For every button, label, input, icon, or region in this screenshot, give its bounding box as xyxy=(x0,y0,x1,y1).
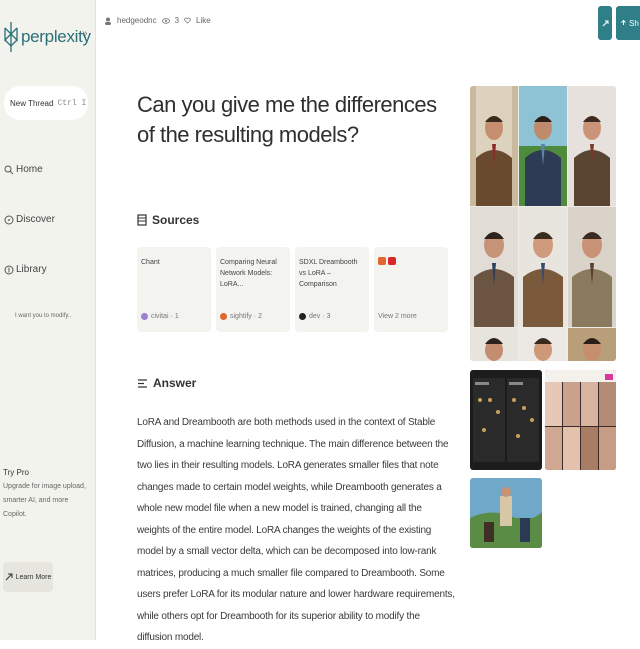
source-footer: sightify · 2 xyxy=(220,313,262,320)
learn-more-button[interactable]: Learn More xyxy=(3,562,53,592)
try-pro-panel: Try Pro Upgrade for image upload, smarte… xyxy=(3,466,91,522)
user-icon xyxy=(105,17,111,25)
source-index: 2 xyxy=(258,313,263,320)
top-bar: hedgeodnc 3 Like Sh xyxy=(96,0,640,48)
source-favicon-icon xyxy=(388,257,396,265)
sources-icon xyxy=(137,214,147,226)
view-more-footer: View 2 more xyxy=(378,313,417,320)
image-result[interactable] xyxy=(519,86,567,206)
image-result[interactable] xyxy=(470,86,518,206)
answer-text: LoRA and Dreambooth are both methods use… xyxy=(137,417,455,643)
source-favicon-icon xyxy=(299,313,306,320)
sources-heading-label: Sources xyxy=(152,213,200,227)
sources-heading: Sources xyxy=(137,213,199,227)
try-pro-line: smarter AI, and more xyxy=(3,497,69,504)
new-thread-button[interactable]: New Thread Ctrl I xyxy=(4,86,88,120)
sidebar-item-label: Discover xyxy=(16,214,55,225)
try-pro-line: Upgrade for image upload, xyxy=(3,483,86,490)
image-result[interactable] xyxy=(470,207,518,327)
sidebar-item-home[interactable]: Home xyxy=(4,164,43,175)
image-result[interactable] xyxy=(470,328,518,361)
share-button[interactable]: Sh xyxy=(616,6,640,40)
source-favicon-icon xyxy=(141,313,148,320)
sidebar: perplexity » New Thread Ctrl I Home Disc… xyxy=(0,0,96,640)
source-site: dev xyxy=(309,313,321,320)
compass-icon xyxy=(4,215,14,225)
image-results-grid xyxy=(470,86,616,361)
perplexity-logo-icon xyxy=(4,20,18,54)
source-site: civitai xyxy=(151,313,169,320)
author-name[interactable]: hedgeodnc xyxy=(117,16,157,25)
answer-heading-label: Answer xyxy=(153,376,197,390)
sidebar-item-label: Library xyxy=(16,264,47,275)
source-title: SDXL Dreambooth vs LoRA – Comparison xyxy=(299,259,358,288)
new-thread-label: New Thread xyxy=(10,98,54,108)
source-card[interactable]: SDXL Dreambooth vs LoRA – Comparison dev… xyxy=(295,247,369,332)
source-separator: · xyxy=(253,313,257,320)
source-favicon-icon xyxy=(220,313,227,320)
sidebar-item-library[interactable]: Library xyxy=(4,264,47,275)
source-separator: · xyxy=(170,313,173,320)
brand[interactable]: perplexity xyxy=(4,20,91,54)
library-icon xyxy=(4,265,14,275)
recent-thread-item[interactable]: I want you to modify.. xyxy=(15,313,71,319)
source-title: Chant xyxy=(141,259,160,266)
image-result[interactable] xyxy=(519,328,567,361)
link-button[interactable] xyxy=(598,6,612,40)
view-count: 3 xyxy=(174,16,180,25)
image-result[interactable] xyxy=(568,207,616,327)
sidebar-item-label: Home xyxy=(16,164,43,175)
source-card[interactable]: Comparing Neural Network Models: LoRA...… xyxy=(216,247,290,332)
view-more-label: View 2 more xyxy=(378,313,417,320)
image-result[interactable] xyxy=(568,86,616,206)
thread-question: Can you give me the differences of the r… xyxy=(137,92,437,147)
try-pro-line: Copilot. xyxy=(3,511,27,518)
arrow-icon xyxy=(5,573,13,581)
source-footer: civitai · 1 xyxy=(141,313,179,320)
source-separator: · xyxy=(322,313,325,320)
source-footer: dev · 3 xyxy=(299,313,331,320)
learn-more-label: Learn More xyxy=(15,573,52,581)
image-result[interactable] xyxy=(519,207,567,327)
eye-icon xyxy=(161,17,170,24)
view-more-sources-card[interactable]: View 2 more xyxy=(374,247,448,332)
sidebar-item-discover[interactable]: Discover xyxy=(4,214,55,225)
source-favicon-icon xyxy=(378,257,386,265)
thread-meta: hedgeodnc 3 Like xyxy=(104,16,211,25)
try-pro-title: Try Pro xyxy=(3,468,29,477)
answer-heading: Answer xyxy=(137,376,196,390)
answer-icon xyxy=(138,378,147,388)
source-index: 1 xyxy=(174,313,179,320)
collapse-sidebar-button[interactable]: » xyxy=(82,28,88,39)
image-result[interactable] xyxy=(470,478,542,548)
share-icon xyxy=(621,19,626,25)
source-index: 3 xyxy=(326,313,331,320)
image-result[interactable] xyxy=(568,328,616,361)
source-site: sightify xyxy=(230,313,252,320)
link-icon xyxy=(602,20,608,26)
source-title: Comparing Neural Network Models: LoRA... xyxy=(220,259,277,288)
brand-name: perplexity xyxy=(21,27,91,46)
like-label[interactable]: Like xyxy=(196,16,211,25)
source-card[interactable]: Chant civitai · 1 xyxy=(137,247,211,332)
more-sources-favicons xyxy=(378,257,444,297)
share-label: Sh xyxy=(629,18,639,28)
new-thread-shortcut: Ctrl I xyxy=(57,98,87,108)
image-result[interactable] xyxy=(545,370,616,470)
search-icon xyxy=(4,165,14,175)
sources-list: Chant civitai · 1 Comparing Neural Netwo… xyxy=(137,247,449,332)
image-result[interactable] xyxy=(470,370,542,470)
heart-icon[interactable] xyxy=(184,17,191,24)
